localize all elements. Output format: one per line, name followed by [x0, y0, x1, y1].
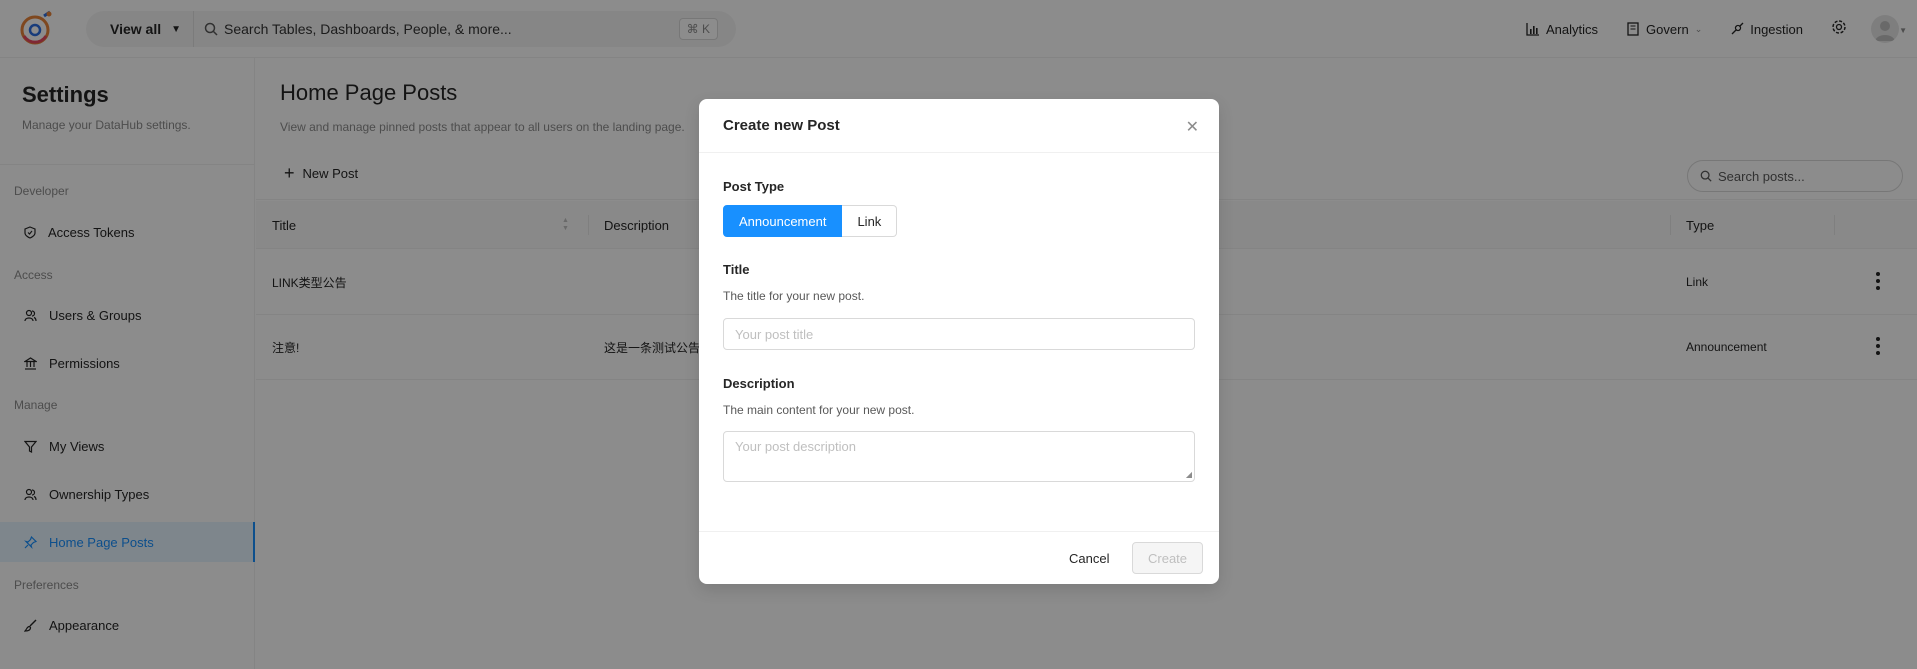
description-field-help: The main content for your new post.	[723, 403, 915, 417]
close-icon[interactable]: ✕	[1186, 117, 1199, 137]
post-description-textarea[interactable]: Your post description ◢	[723, 431, 1195, 482]
post-type-link-option[interactable]: Link	[842, 205, 898, 237]
post-description-placeholder: Your post description	[735, 439, 856, 454]
post-title-input[interactable]: Your post title	[723, 318, 1195, 350]
post-type-announcement-option[interactable]: Announcement	[723, 205, 843, 237]
title-field-label: Title	[723, 262, 750, 277]
cancel-button[interactable]: Cancel	[1061, 542, 1117, 574]
description-field-label: Description	[723, 376, 795, 391]
modal-title: Create new Post	[723, 117, 840, 134]
create-button[interactable]: Create	[1132, 542, 1204, 574]
create-post-modal: Create new Post ✕ Post Type Announcement…	[699, 99, 1219, 584]
post-type-selector: Announcement Link	[723, 205, 898, 237]
post-type-label: Post Type	[723, 179, 785, 194]
modal-footer: Cancel Create	[699, 531, 1219, 584]
modal-header: Create new Post ✕	[699, 99, 1219, 153]
resize-handle-icon[interactable]: ◢	[1186, 470, 1192, 479]
post-title-placeholder: Your post title	[735, 326, 814, 342]
title-field-help: The title for your new post.	[723, 289, 865, 303]
